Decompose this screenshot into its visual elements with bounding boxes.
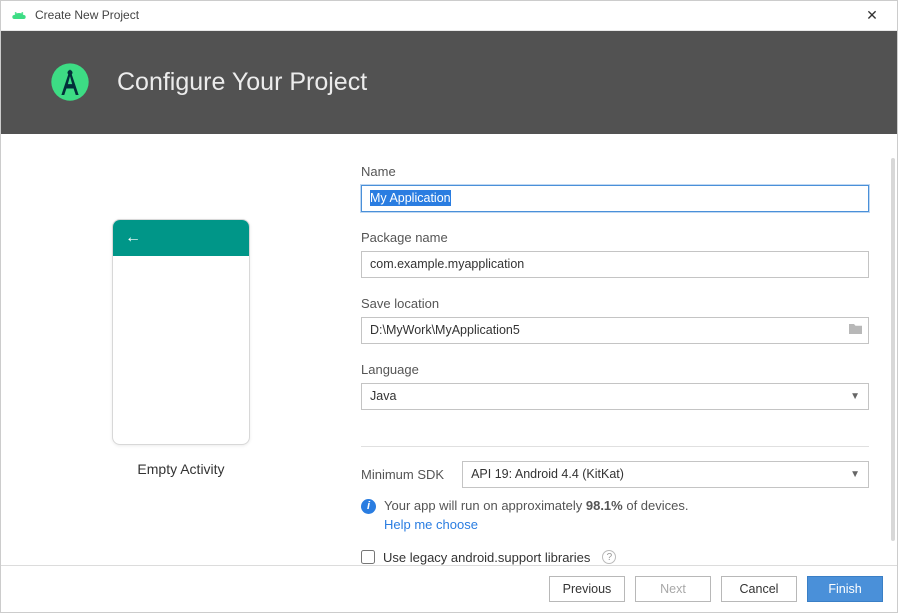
template-preview: ← Empty Activity (1, 164, 361, 565)
main-content: ← Empty Activity Name My Application Pac… (1, 134, 897, 565)
coverage-text-prefix: Your app will run on approximately (384, 498, 586, 513)
chevron-down-icon: ▼ (850, 391, 860, 402)
coverage-percent: 98.1% (586, 498, 623, 513)
cancel-button[interactable]: Cancel (721, 576, 797, 602)
sdk-coverage-info: i Your app will run on approximately 98.… (361, 498, 869, 532)
language-select[interactable]: Java ▼ (361, 383, 869, 410)
info-icon: i (361, 499, 376, 514)
close-icon[interactable]: ✕ (857, 7, 887, 24)
window-title: Create New Project (35, 8, 857, 22)
next-button[interactable]: Next (635, 576, 711, 602)
android-logo-icon (47, 59, 93, 105)
package-name-input[interactable]: com.example.myapplication (361, 251, 869, 278)
browse-folder-icon[interactable] (848, 322, 863, 338)
min-sdk-select[interactable]: API 19: Android 4.4 (KitKat) ▼ (462, 461, 869, 488)
scrollbar[interactable] (891, 158, 895, 541)
phone-mockup: ← (112, 219, 250, 445)
divider (361, 446, 869, 447)
wizard-header: Configure Your Project (1, 31, 897, 134)
legacy-libraries-label: Use legacy android.support libraries (383, 550, 590, 565)
legacy-libraries-checkbox[interactable] (361, 550, 375, 564)
back-arrow-icon: ← (125, 229, 141, 247)
titlebar: Create New Project ✕ (1, 1, 897, 31)
chevron-down-icon: ▼ (850, 469, 860, 480)
template-name: Empty Activity (137, 461, 224, 477)
page-title: Configure Your Project (117, 68, 367, 97)
save-location-label: Save location (361, 296, 869, 311)
min-sdk-label: Minimum SDK (361, 467, 444, 482)
wizard-footer: Previous Next Cancel Finish (1, 565, 897, 612)
name-label: Name (361, 164, 869, 179)
name-input[interactable]: My Application (361, 185, 869, 212)
help-icon[interactable]: ? (602, 550, 616, 564)
phone-appbar: ← (113, 220, 249, 256)
save-location-input[interactable]: D:\MyWork\MyApplication5 (361, 317, 869, 344)
help-me-choose-link[interactable]: Help me choose (384, 517, 478, 532)
previous-button[interactable]: Previous (549, 576, 625, 602)
language-label: Language (361, 362, 869, 377)
form: Name My Application Package name com.exa… (361, 164, 869, 565)
android-studio-icon (11, 7, 27, 23)
package-name-label: Package name (361, 230, 869, 245)
coverage-text-suffix: of devices. (623, 498, 689, 513)
finish-button[interactable]: Finish (807, 576, 883, 602)
